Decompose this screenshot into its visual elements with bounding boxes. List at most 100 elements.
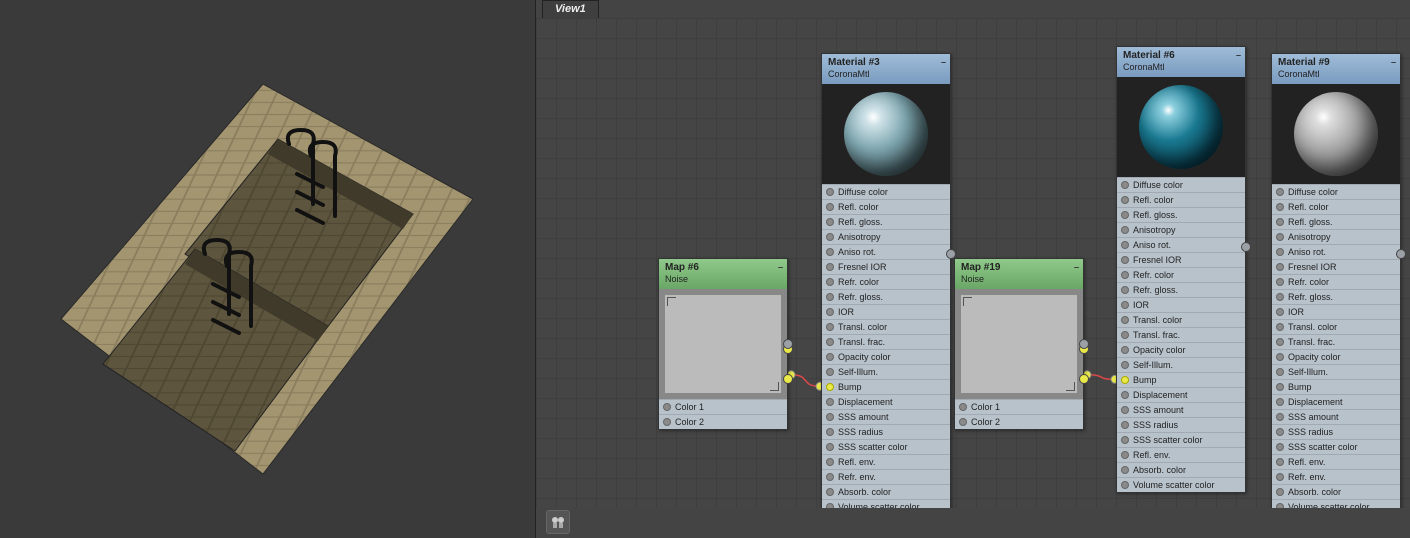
input-slot[interactable]: Opacity color: [822, 349, 950, 364]
input-slot[interactable]: Displacement: [822, 394, 950, 409]
input-slot[interactable]: Bump: [822, 379, 950, 394]
input-slot[interactable]: Absorb. color: [822, 484, 950, 499]
slot-socket-icon: [1121, 241, 1129, 249]
input-slot[interactable]: Diffuse color: [1117, 177, 1245, 192]
input-slot[interactable]: Transl. frac.: [822, 334, 950, 349]
input-slot[interactable]: Anisotropy: [1272, 229, 1400, 244]
input-slot[interactable]: Self-Illum.: [1272, 364, 1400, 379]
node-title: Map #19 Noise –: [955, 259, 1083, 289]
input-slot[interactable]: SSS radius: [822, 424, 950, 439]
viewport-3d[interactable]: [0, 0, 535, 538]
input-slot[interactable]: Refr. color: [1272, 274, 1400, 289]
input-slot[interactable]: Fresnel IOR: [1272, 259, 1400, 274]
input-slot[interactable]: Aniso rot.: [1117, 237, 1245, 252]
input-slot[interactable]: SSS radius: [1117, 417, 1245, 432]
input-slot[interactable]: Displacement: [1272, 394, 1400, 409]
input-slot[interactable]: Volume scatter color: [822, 499, 950, 508]
input-slot[interactable]: Refl. color: [822, 199, 950, 214]
input-slot[interactable]: Bump: [1117, 372, 1245, 387]
input-slot[interactable]: IOR: [822, 304, 950, 319]
node-map19[interactable]: Map #19 Noise – Color 1 Color 2: [954, 258, 1084, 430]
node-material9[interactable]: Material #9 CoronaMtl – Diffuse colorRef…: [1271, 53, 1401, 508]
input-slot[interactable]: SSS amount: [1117, 402, 1245, 417]
input-slot[interactable]: SSS scatter color: [1117, 432, 1245, 447]
input-slot[interactable]: SSS scatter color: [1272, 439, 1400, 454]
input-slot[interactable]: Self-Illum.: [822, 364, 950, 379]
input-slot[interactable]: SSS scatter color: [822, 439, 950, 454]
input-slot[interactable]: Absorb. color: [1117, 462, 1245, 477]
node-title-text: Material #3: [828, 57, 880, 68]
input-slot[interactable]: Refr. color: [822, 274, 950, 289]
slot-socket-icon: [826, 308, 834, 316]
tab-view1[interactable]: View1: [542, 0, 599, 18]
minimize-icon[interactable]: –: [941, 57, 946, 68]
input-slot[interactable]: Self-Illum.: [1117, 357, 1245, 372]
input-slot[interactable]: SSS amount: [822, 409, 950, 424]
output-socket[interactable]: [783, 339, 793, 349]
input-slot[interactable]: Refl. color: [1117, 192, 1245, 207]
node-material6[interactable]: Material #6 CoronaMtl – Diffuse colorRef…: [1116, 46, 1246, 493]
input-slot[interactable]: Refr. env.: [822, 469, 950, 484]
input-slot[interactable]: Transl. color: [1117, 312, 1245, 327]
input-slot[interactable]: Refl. gloss.: [822, 214, 950, 229]
minimize-icon[interactable]: –: [778, 262, 783, 273]
material-editor[interactable]: View1 Map #6 Noise – Color 1 Color 2: [535, 0, 1410, 538]
slot-socket-icon: [1121, 271, 1129, 279]
output-slot[interactable]: Color 1: [955, 399, 1083, 414]
input-slot[interactable]: Diffuse color: [1272, 184, 1400, 199]
input-slot[interactable]: Refl. gloss.: [1117, 207, 1245, 222]
slot-socket-icon: [1276, 413, 1284, 421]
input-slot[interactable]: Diffuse color: [822, 184, 950, 199]
input-slot[interactable]: Aniso rot.: [822, 244, 950, 259]
node-graph-canvas[interactable]: Map #6 Noise – Color 1 Color 2 Material …: [536, 18, 1410, 508]
input-slot[interactable]: Refr. gloss.: [822, 289, 950, 304]
input-slot[interactable]: IOR: [1272, 304, 1400, 319]
input-slot[interactable]: Anisotropy: [1117, 222, 1245, 237]
slot-label: SSS radius: [1288, 427, 1333, 437]
node-material3[interactable]: Material #3 CoronaMtl – Diffuse colorRef…: [821, 53, 951, 508]
slot-socket-icon: [1121, 301, 1129, 309]
input-slot[interactable]: Transl. frac.: [1117, 327, 1245, 342]
output-slot[interactable]: Color 1: [659, 399, 787, 414]
input-slot[interactable]: Refl. env.: [822, 454, 950, 469]
input-slot[interactable]: SSS amount: [1272, 409, 1400, 424]
input-slot[interactable]: Refr. gloss.: [1117, 282, 1245, 297]
input-slot[interactable]: Fresnel IOR: [1117, 252, 1245, 267]
minimize-icon[interactable]: –: [1074, 262, 1079, 273]
input-slot[interactable]: Refr. color: [1117, 267, 1245, 282]
slot-label: Volume scatter color: [838, 502, 920, 508]
output-socket[interactable]: [1079, 374, 1089, 384]
output-socket[interactable]: [1079, 339, 1089, 349]
input-slot[interactable]: IOR: [1117, 297, 1245, 312]
input-slot[interactable]: Refl. env.: [1117, 447, 1245, 462]
output-socket[interactable]: [1241, 242, 1251, 252]
input-slot[interactable]: Opacity color: [1117, 342, 1245, 357]
input-slot[interactable]: Absorb. color: [1272, 484, 1400, 499]
input-slot[interactable]: Displacement: [1117, 387, 1245, 402]
input-slot[interactable]: Refl. color: [1272, 199, 1400, 214]
minimize-icon[interactable]: –: [1391, 57, 1396, 68]
input-slot[interactable]: Anisotropy: [822, 229, 950, 244]
input-slot[interactable]: SSS radius: [1272, 424, 1400, 439]
output-slot[interactable]: Color 2: [955, 414, 1083, 429]
input-slot[interactable]: Transl. color: [1272, 319, 1400, 334]
output-socket[interactable]: [783, 374, 793, 384]
input-slot[interactable]: Transl. frac.: [1272, 334, 1400, 349]
node-map6[interactable]: Map #6 Noise – Color 1 Color 2: [658, 258, 788, 430]
navigator-button[interactable]: [546, 510, 570, 534]
input-slot[interactable]: Volume scatter color: [1117, 477, 1245, 492]
slot-socket-icon: [1121, 421, 1129, 429]
input-slot[interactable]: Volume scatter color: [1272, 499, 1400, 508]
input-slot[interactable]: Bump: [1272, 379, 1400, 394]
input-slot[interactable]: Refr. gloss.: [1272, 289, 1400, 304]
minimize-icon[interactable]: –: [1236, 50, 1241, 61]
input-slot[interactable]: Aniso rot.: [1272, 244, 1400, 259]
input-slot[interactable]: Refl. gloss.: [1272, 214, 1400, 229]
output-slot[interactable]: Color 2: [659, 414, 787, 429]
input-slot[interactable]: Opacity color: [1272, 349, 1400, 364]
input-slot[interactable]: Refr. env.: [1272, 469, 1400, 484]
input-slot[interactable]: Refl. env.: [1272, 454, 1400, 469]
output-socket[interactable]: [1396, 249, 1406, 259]
input-slot[interactable]: Fresnel IOR: [822, 259, 950, 274]
input-slot[interactable]: Transl. color: [822, 319, 950, 334]
